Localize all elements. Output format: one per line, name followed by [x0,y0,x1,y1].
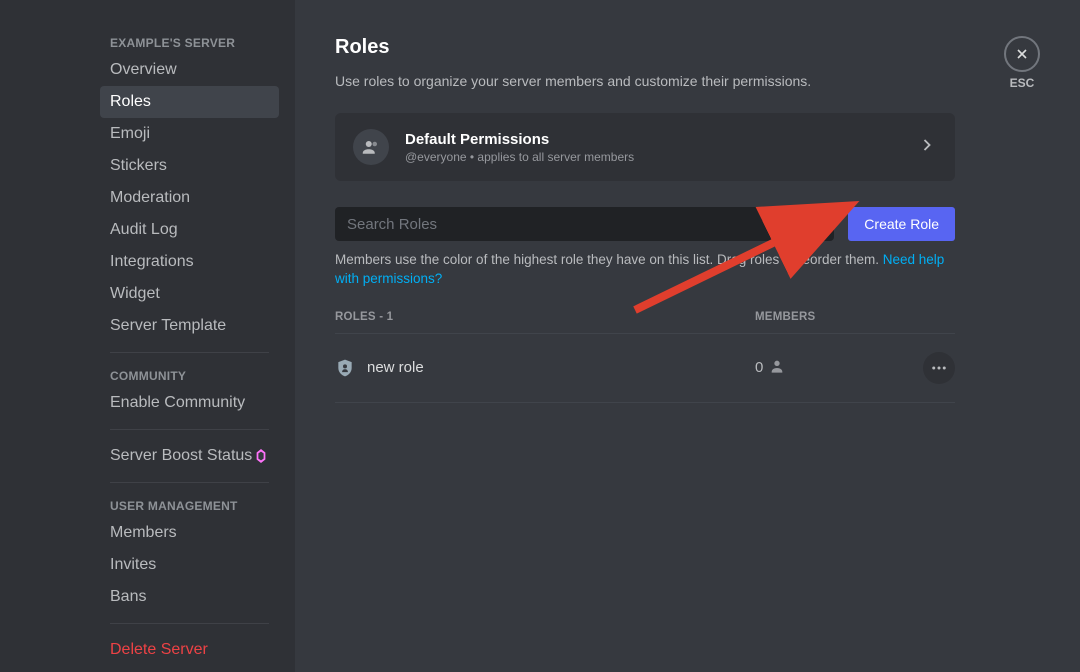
nav-overview[interactable]: Overview [100,54,279,86]
nav-server-template[interactable]: Server Template [100,310,279,342]
close-button[interactable]: ESC [1004,36,1040,90]
page-description: Use roles to organize your server member… [335,73,955,89]
default-perm-subtitle: @everyone • applies to all server member… [405,150,917,164]
shield-icon [335,358,355,378]
member-count-cell: 0 [755,358,895,378]
people-icon [353,129,389,165]
search-icon [804,213,822,236]
default-perm-title: Default Permissions [405,131,917,148]
sidebar-divider [110,623,269,624]
search-roles-field[interactable] [335,207,834,241]
create-role-button[interactable]: Create Role [848,207,955,241]
help-text: Members use the color of the highest rol… [335,251,955,289]
roles-list-header: ROLES - 1 MEMBERS [335,311,955,334]
esc-label: ESC [1010,76,1035,90]
close-icon [1004,36,1040,72]
sidebar-divider [110,482,269,483]
nav-emoji[interactable]: Emoji [100,118,279,150]
more-options-button[interactable] [923,352,955,384]
default-permissions-card[interactable]: Default Permissions @everyone • applies … [335,113,955,181]
section-header-server: EXAMPLE'S SERVER [100,30,279,54]
settings-sidebar: EXAMPLE'S SERVER Overview Roles Emoji St… [0,0,295,672]
nav-moderation[interactable]: Moderation [100,182,279,214]
nav-members[interactable]: Members [100,517,279,549]
sidebar-divider [110,352,269,353]
nav-integrations[interactable]: Integrations [100,246,279,278]
nav-delete-server[interactable]: Delete Server [100,634,279,666]
page-title: Roles [335,36,955,59]
main-panel: ESC Roles Use roles to organize your ser… [295,0,1080,672]
role-row[interactable]: new role 0 [335,334,955,403]
role-name: new role [367,359,424,376]
nav-enable-community[interactable]: Enable Community [100,387,279,419]
nav-audit-log[interactable]: Audit Log [100,214,279,246]
section-header-community: COMMUNITY [100,363,279,387]
nav-invites[interactable]: Invites [100,549,279,581]
nav-widget[interactable]: Widget [100,278,279,310]
sidebar-divider [110,429,269,430]
nav-server-boost[interactable]: Server Boost Status [100,440,279,472]
col-header-roles: ROLES - 1 [335,311,755,323]
chevron-right-icon [917,135,937,160]
person-icon [769,358,785,378]
search-input[interactable] [347,216,804,233]
nav-bans[interactable]: Bans [100,581,279,613]
boost-gem-icon [253,448,269,464]
nav-stickers[interactable]: Stickers [100,150,279,182]
col-header-members: MEMBERS [755,311,895,323]
nav-roles[interactable]: Roles [100,86,279,118]
section-header-user-management: USER MANAGEMENT [100,493,279,517]
